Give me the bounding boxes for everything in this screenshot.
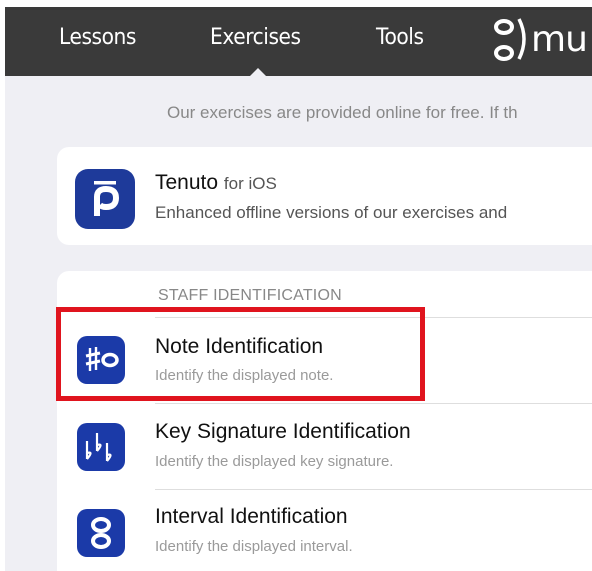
section-header: STAFF IDENTIFICATION [158,287,342,304]
tenuto-platform: for iOS [223,174,277,193]
row-description: Identify the displayed interval. [155,538,353,555]
page-frame: Lessons Exercises Tools mu Our exercises… [5,7,592,571]
logo-text: mu [531,19,588,60]
row-title: Key Signature Identification [155,420,411,443]
highlight-box [56,307,425,401]
active-nav-indicator [249,68,267,77]
logo-notes-icon [494,18,526,61]
tenuto-app-icon [75,169,135,229]
row-title: Interval Identification [155,505,348,528]
nav-exercises[interactable]: Exercises [210,25,301,50]
top-nav: Lessons Exercises Tools mu [5,7,592,77]
row-description: Identify the displayed key signature. [155,453,394,470]
exercise-row-interval-identification[interactable]: Interval Identification Identify the dis… [57,489,592,571]
flats-icon [77,423,125,471]
intro-text: Our exercises are provided online for fr… [167,103,518,122]
nav-lessons[interactable]: Lessons [59,25,136,50]
exercise-row-key-signature-identification[interactable]: Key Signature Identification Identify th… [57,403,592,489]
divider [155,489,592,490]
tenuto-description: Enhanced offline versions of our exercis… [155,203,508,222]
site-logo[interactable]: mu [493,11,592,71]
interval-icon [77,509,125,557]
tenuto-name: Tenuto [155,171,219,194]
tenuto-title: Tenuto for iOS [155,171,277,195]
divider [155,403,592,404]
nav-tools[interactable]: Tools [376,25,424,50]
tenuto-card[interactable]: Tenuto for iOS Enhanced offline versions… [57,147,592,245]
